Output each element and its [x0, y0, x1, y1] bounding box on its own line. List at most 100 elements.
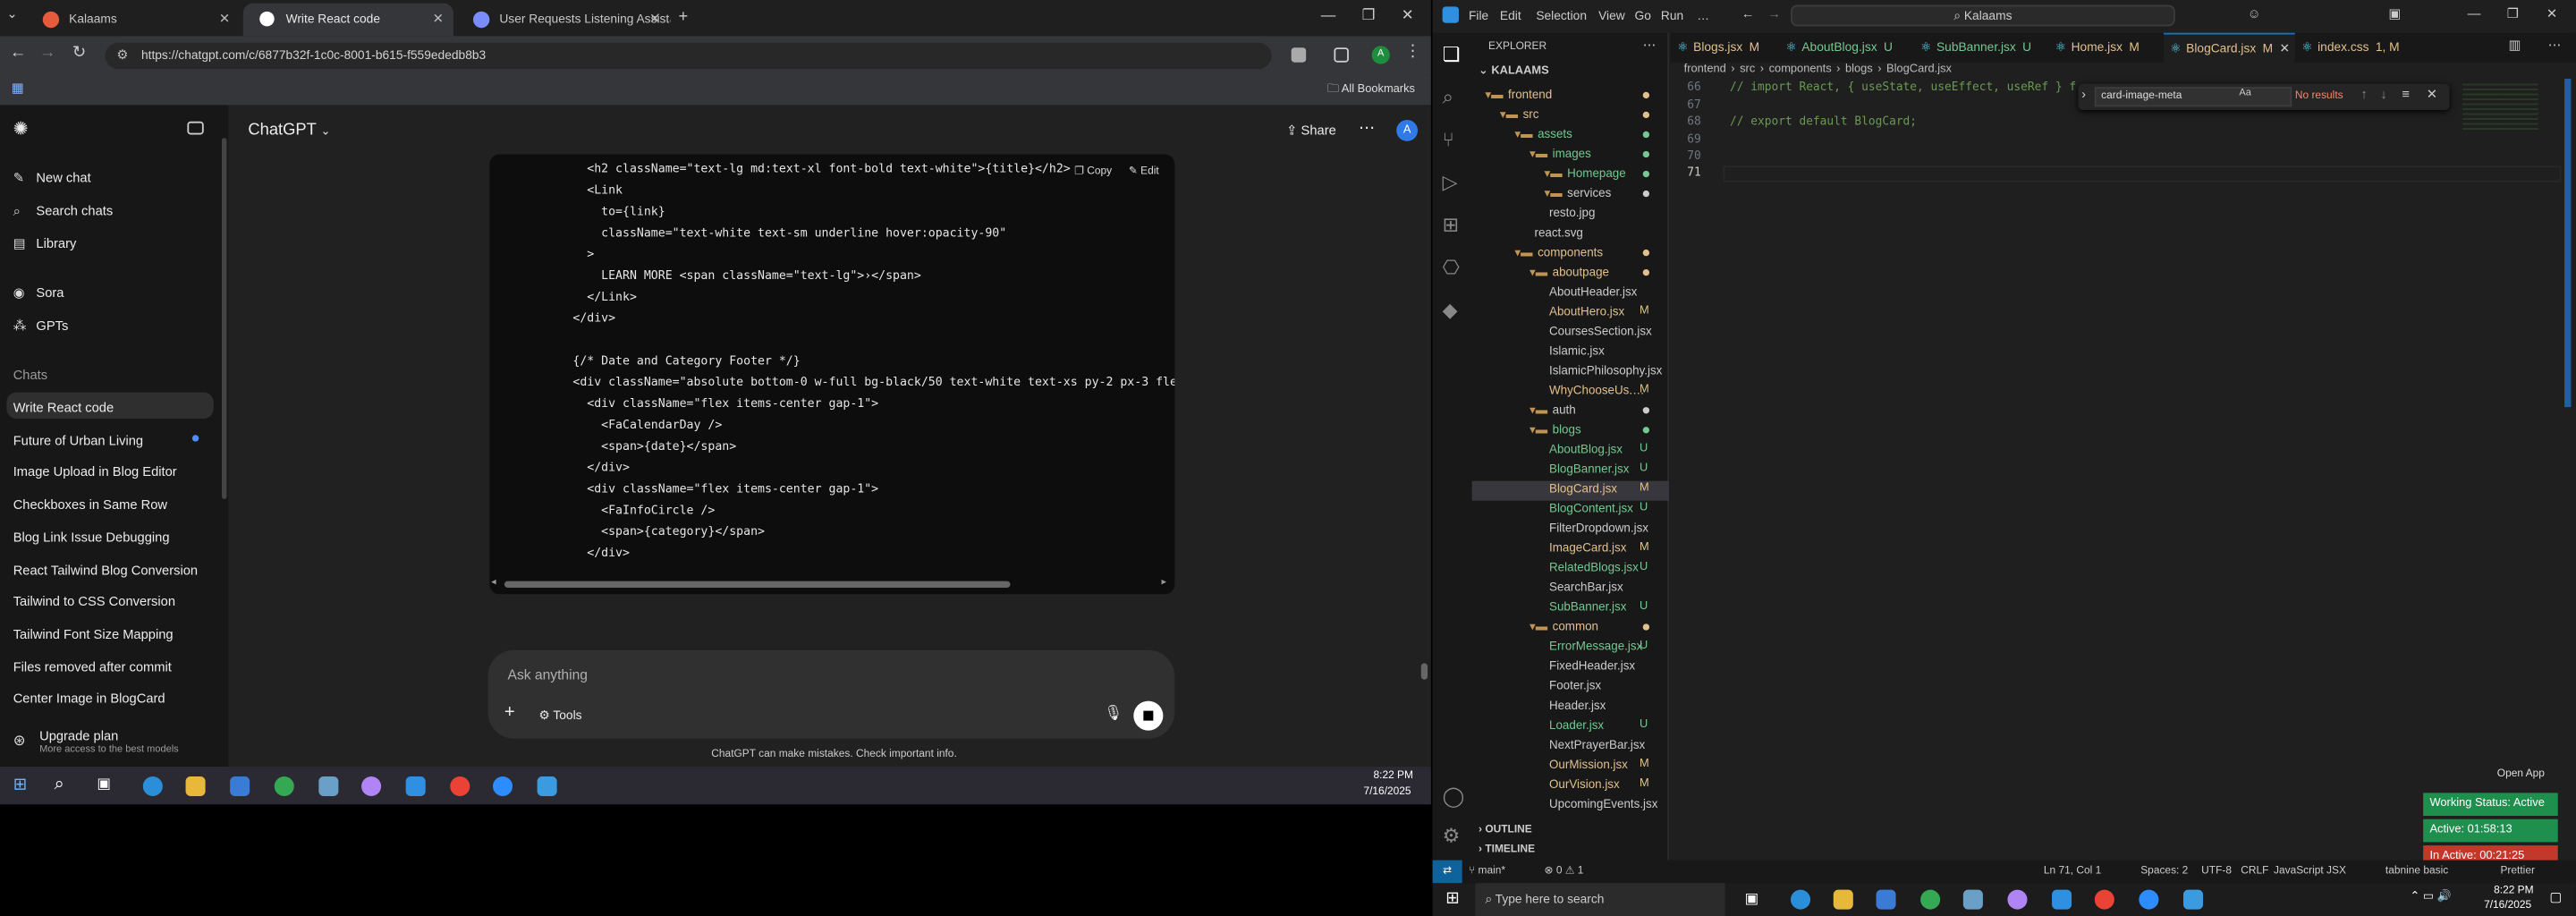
zoom-icon[interactable]	[2139, 889, 2159, 910]
file-item[interactable]: CoursesSection.jsx	[1544, 322, 1652, 342]
file-item[interactable]: resto.jpg	[1544, 204, 1595, 224]
file-item[interactable]: UpcomingEvents.jsx	[1544, 794, 1657, 814]
run-debug-icon[interactable]: ▷	[1443, 171, 1458, 194]
code-line[interactable]: // export default BlogCard;	[1730, 115, 1917, 129]
minimap[interactable]	[2462, 83, 2538, 133]
outline-section[interactable]: › OUTLINE	[1479, 824, 1532, 835]
user-avatar[interactable]: A	[1396, 119, 1419, 141]
chat-input-box[interactable]: Ask anything + ⚙ Tools 🎙	[487, 649, 1175, 739]
scroll-right-icon[interactable]: ▸	[1162, 576, 1167, 588]
microphone-icon[interactable]: 🎙	[1104, 704, 1123, 722]
extensions-icon[interactable]: ⊞	[1443, 214, 1459, 237]
sidebar-library[interactable]: ▤ Library	[13, 236, 77, 251]
line-ending[interactable]: CRLF	[2241, 861, 2268, 884]
sidebar-toggle-icon[interactable]	[187, 121, 204, 135]
find-input[interactable]: card-image-meta	[2094, 87, 2292, 107]
restore-icon[interactable]: ❐	[2507, 6, 2519, 21]
explorer-more-icon[interactable]: ⋯	[1643, 38, 1657, 53]
close-window-icon[interactable]: ✕	[1402, 6, 1414, 24]
copilot-icon[interactable]: ☺	[2248, 6, 2261, 21]
file-item[interactable]: Loader.jsx U	[1544, 716, 1648, 735]
all-bookmarks[interactable]: 🗀 All Bookmarks	[1327, 82, 1415, 100]
layout-icon[interactable]: ▣	[2389, 6, 2402, 21]
chat-item[interactable]: Future of Urban Living	[13, 433, 143, 448]
chat-item[interactable]: Tailwind to CSS Conversion	[13, 595, 175, 610]
minimize-icon[interactable]: —	[1321, 6, 1336, 22]
close-icon[interactable]: ✕	[649, 4, 660, 37]
github-icon[interactable]	[361, 776, 382, 797]
search-icon[interactable]: ⌕	[55, 775, 64, 796]
vscode-icon[interactable]	[405, 776, 426, 797]
indentation[interactable]: Spaces: 2	[2140, 861, 2188, 884]
explorer-icon[interactable]: ❏	[1443, 43, 1461, 66]
menu-item[interactable]: Selection	[1536, 8, 1587, 23]
prev-match-icon[interactable]: ↑	[2360, 87, 2367, 102]
file-item[interactable]: WhyChooseUs.… M	[1544, 381, 1649, 401]
remote-icon[interactable]	[2182, 889, 2204, 910]
sidebar-new-chat[interactable]: ✎ New chat	[13, 171, 91, 186]
file-item[interactable]: Islamic.jsx	[1544, 342, 1605, 361]
breadcrumb-item[interactable]: components	[1769, 64, 1832, 76]
nav-back-icon[interactable]: ←	[1741, 6, 1755, 21]
remote-icon[interactable]	[537, 776, 557, 797]
notification-icon[interactable]: ▢	[2550, 890, 2563, 905]
app-icon[interactable]	[318, 776, 339, 797]
file-item[interactable]: ImageCard.jsx M	[1544, 539, 1649, 558]
file-item[interactable]: AboutHero.jsx M	[1544, 302, 1649, 322]
mongodb-icon[interactable]: ◆	[1443, 299, 1458, 322]
folder-item[interactable]: ▾▬ src	[1500, 105, 1650, 124]
chat-item[interactable]: Center Image in BlogCard	[13, 691, 165, 707]
maximize-icon[interactable]: ❐	[1362, 6, 1376, 24]
sidebar-sora[interactable]: ◉ Sora	[13, 285, 64, 301]
file-item[interactable]: SearchBar.jsx	[1544, 578, 1623, 598]
encoding[interactable]: UTF-8	[2201, 861, 2232, 884]
file-item[interactable]: AboutBlog.jsx U	[1544, 440, 1648, 460]
folder-item[interactable]: ▾▬ images	[1530, 144, 1650, 164]
new-tab-icon[interactable]: +	[679, 8, 689, 26]
folder-item[interactable]: ▾▬ aboutpage	[1530, 263, 1650, 283]
tab-search-icon[interactable]: ⌄	[6, 6, 17, 21]
chat-item[interactable]: Write React code	[13, 401, 114, 416]
folder-item[interactable]: ▾▬ services	[1544, 184, 1650, 204]
language-mode[interactable]: JavaScript JSX	[2274, 861, 2346, 884]
chrome-icon[interactable]	[2094, 889, 2114, 910]
open-app-label[interactable]: Open App	[2497, 768, 2545, 780]
breadcrumb-item[interactable]: frontend	[1684, 64, 1726, 76]
zoom-icon[interactable]	[493, 776, 513, 797]
tab-user-requests[interactable]: User Requests Listening Assista ✕	[457, 4, 670, 37]
timeline-section[interactable]: › TIMELINE	[1479, 844, 1535, 855]
find-widget[interactable]: › card-image-meta Aa No results ↑ ↓ ≡ ✕	[2078, 83, 2450, 110]
chat-item[interactable]: Image Upload in Blog Editor	[13, 465, 177, 480]
chat-input[interactable]: Ask anything	[508, 666, 588, 683]
share-button[interactable]: ⇪ Share	[1286, 123, 1336, 139]
folder-item[interactable]: ▾▬ components	[1514, 243, 1650, 263]
tabnine-status[interactable]: tabnine basic	[2385, 861, 2448, 884]
editor-scrollbar[interactable]	[2564, 79, 2572, 408]
file-item[interactable]: NextPrayerBar.jsx	[1544, 735, 1645, 755]
store-icon[interactable]	[1876, 889, 1896, 910]
menu-item[interactable]: Edit	[1500, 8, 1521, 23]
task-view-icon[interactable]: ▣	[1745, 890, 1759, 908]
find-menu-icon[interactable]: ≡	[2402, 87, 2410, 102]
workspace-root[interactable]: ⌄ KALAAMS	[1479, 64, 1549, 77]
file-item[interactable]: IslamicPhilosophy.jsx	[1544, 361, 1662, 381]
file-item[interactable]: RelatedBlogs.jsx U	[1544, 558, 1648, 578]
app-icon[interactable]	[1962, 889, 1983, 910]
file-item[interactable]: BlogCard.jsx M	[1544, 479, 1649, 499]
stop-button[interactable]	[1133, 700, 1164, 731]
file-item[interactable]: BlogContent.jsx U	[1544, 499, 1648, 519]
store-icon[interactable]	[230, 776, 250, 797]
minimize-icon[interactable]: —	[2468, 6, 2481, 21]
file-item[interactable]: Header.jsx	[1544, 696, 1606, 716]
close-icon[interactable]: ✕	[219, 4, 230, 37]
file-item[interactable]: SubBanner.jsx U	[1544, 598, 1648, 617]
file-item[interactable]: OurVision.jsx M	[1544, 775, 1649, 794]
match-case-icon[interactable]: Aa	[2239, 89, 2250, 98]
breadcrumb-item[interactable]: blogs	[1845, 64, 1873, 76]
openai-logo-icon[interactable]: ✺	[13, 118, 29, 140]
folder-item[interactable]: ▾▬ Homepage	[1544, 165, 1650, 184]
reload-icon[interactable]: ↻	[72, 45, 86, 63]
github-icon[interactable]: ⎔	[1443, 256, 1460, 279]
menu-item[interactable]: View	[1598, 8, 1625, 23]
upgrade-plan[interactable]: ⊛ Upgrade plan More access to the best m…	[13, 729, 219, 762]
